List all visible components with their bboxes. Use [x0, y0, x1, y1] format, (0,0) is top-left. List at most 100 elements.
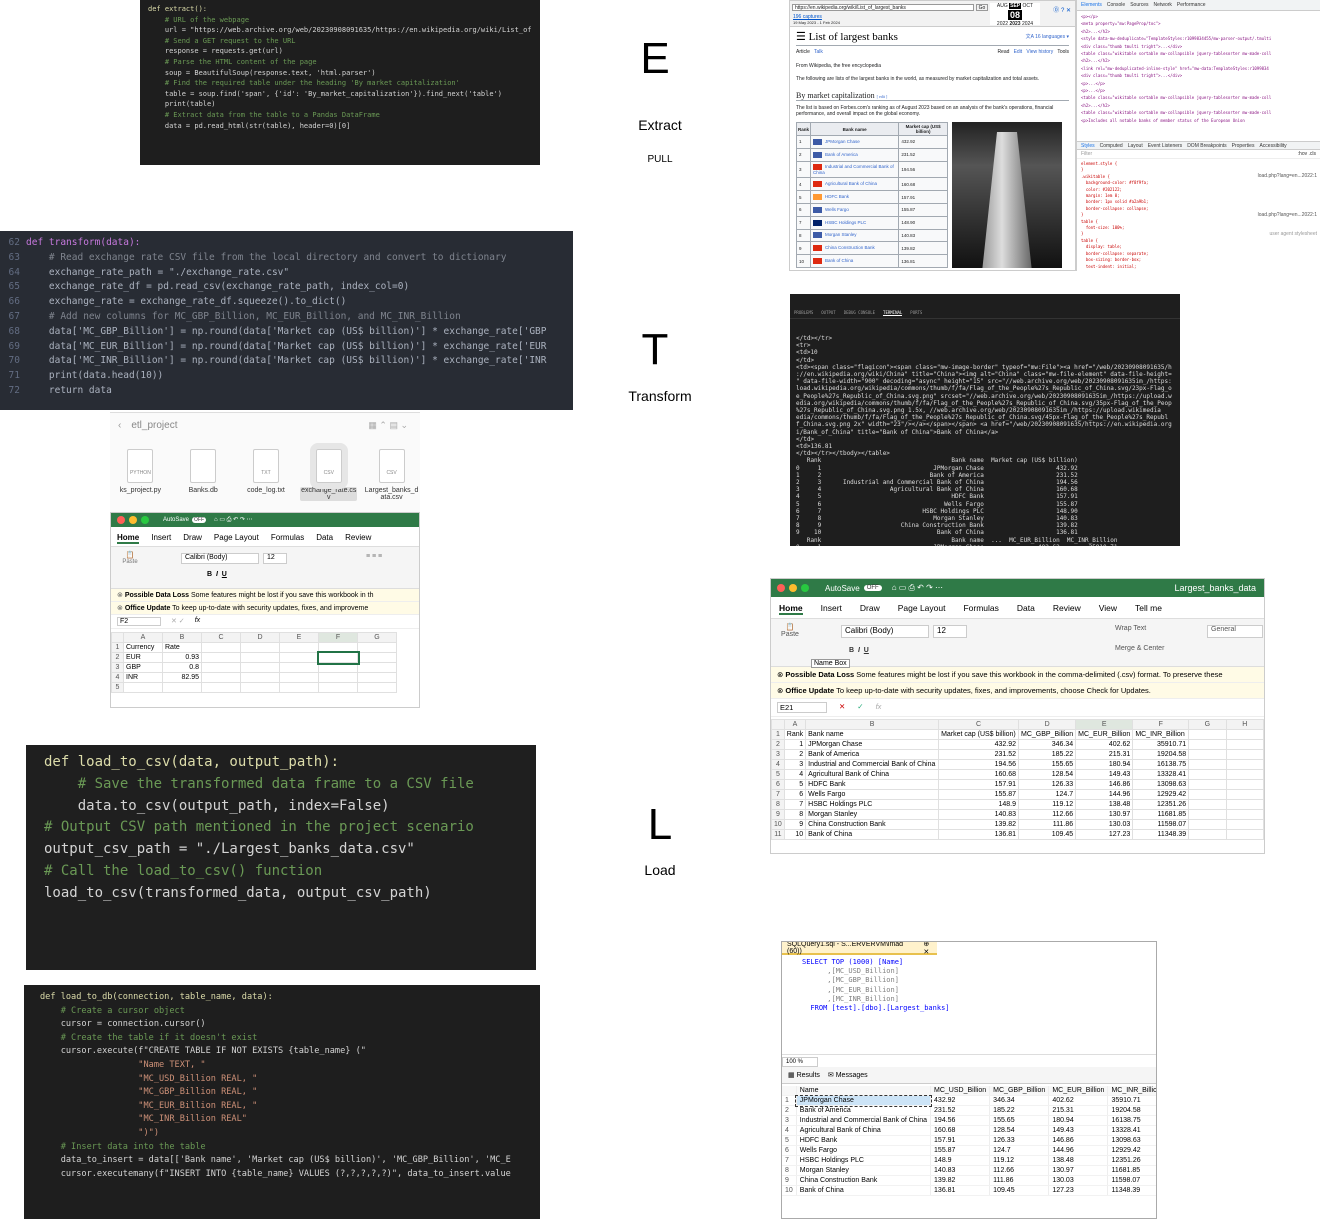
sheet-cell[interactable]: [1188, 749, 1227, 760]
grid-cell[interactable]: 130.03: [1048, 1175, 1109, 1186]
sheet-cell[interactable]: [357, 642, 397, 653]
quick-access-icons[interactable]: ⌂ ▭ ⎙ ↶ ↷ ⋯: [892, 583, 943, 593]
row-header[interactable]: 2: [111, 652, 124, 663]
devtools-subtab[interactable]: Accessibility: [1259, 143, 1286, 149]
sheet-cell[interactable]: 82.95: [162, 672, 202, 683]
sheet-cell[interactable]: 3: [783, 759, 807, 770]
file-item[interactable]: Banks.db: [175, 449, 232, 501]
table-header[interactable]: Rank: [795, 122, 812, 136]
grid-cell[interactable]: 146.86: [1048, 1135, 1109, 1146]
table-cell[interactable]: HDFC Bank: [810, 190, 900, 205]
name-box[interactable]: F2: [117, 617, 161, 626]
grid-cell[interactable]: 432.92: [930, 1095, 991, 1106]
column-header[interactable]: G: [357, 632, 397, 643]
dom-node[interactable]: <p></p>: [1081, 13, 1316, 20]
terminal-tab[interactable]: PORTS: [910, 310, 922, 316]
sheet-cell[interactable]: 11681.85: [1132, 809, 1190, 820]
css-source-2[interactable]: load.php?lang=en...2022:1: [1258, 212, 1317, 218]
grid-header[interactable]: MC_INR_Billion: [1107, 1086, 1156, 1096]
terminal-tab[interactable]: OUTPUT: [821, 310, 835, 316]
grid-cell[interactable]: 126.33: [989, 1135, 1050, 1146]
devtools-subtab[interactable]: Layout: [1128, 143, 1143, 149]
sheet-cell[interactable]: [357, 662, 397, 673]
dom-node[interactable]: <p>...</p>: [1081, 80, 1316, 87]
grid-cell[interactable]: 194.56: [930, 1115, 991, 1126]
sheet-cell[interactable]: [357, 652, 397, 663]
file-item[interactable]: CSV exchange_rate.cs v: [300, 443, 358, 501]
align-icons[interactable]: ≡ ≡ ≡: [366, 553, 382, 560]
grid-cell[interactable]: 128.54: [989, 1125, 1050, 1136]
grid-row-number[interactable]: 9: [782, 1175, 797, 1186]
grid-cell[interactable]: 111.86: [989, 1175, 1050, 1186]
results-tab[interactable]: ▦ Results: [788, 1071, 820, 1079]
wayback-social-icons[interactable]: ⓪ ? ✕: [1053, 5, 1071, 14]
header-cell[interactable]: MC_GBP_Billion: [1018, 729, 1077, 740]
sheet-cell[interactable]: China Construction Bank: [805, 819, 940, 830]
close-icon[interactable]: ⊗: [117, 592, 123, 599]
sheet-cell[interactable]: [1225, 779, 1264, 790]
sheet-cell[interactable]: 35910.71: [1132, 739, 1190, 750]
table-cell[interactable]: Bank of America: [810, 147, 900, 162]
bold-button[interactable]: B I U: [207, 571, 227, 578]
ribbon-tab[interactable]: Review: [1053, 603, 1081, 615]
column-header[interactable]: D: [1018, 719, 1077, 730]
grid-cell[interactable]: 35910.71: [1107, 1095, 1156, 1106]
sheet-cell[interactable]: 155.87: [938, 789, 1020, 800]
grid-cell[interactable]: Morgan Stanley: [796, 1165, 932, 1176]
sheet-cell[interactable]: 180.94: [1075, 759, 1134, 770]
table-cell[interactable]: Agricultural Bank of China: [810, 177, 900, 192]
sheet-cell[interactable]: 130.97: [1075, 809, 1134, 820]
hov-cls-toggle[interactable]: :hov .cls: [1298, 151, 1316, 157]
number-format-select[interactable]: General: [1207, 625, 1263, 638]
sheet-cell[interactable]: [1225, 829, 1264, 840]
grid-row-number[interactable]: 2: [782, 1105, 797, 1116]
grid-cell[interactable]: 19204.58: [1107, 1105, 1156, 1116]
sheet-cell[interactable]: GBP: [123, 662, 163, 673]
grid-cell[interactable]: 11681.85: [1107, 1165, 1156, 1176]
devtools-tab[interactable]: Performance: [1177, 2, 1206, 8]
autosave-toggle[interactable]: OFF: [863, 585, 882, 591]
grid-cell[interactable]: 13328.41: [1107, 1125, 1156, 1136]
sheet-cell[interactable]: JPMorgan Chase: [805, 739, 940, 750]
row-header[interactable]: 4: [111, 672, 124, 683]
sheet-cell[interactable]: HDFC Bank: [805, 779, 940, 790]
font-select[interactable]: Calibri (Body): [841, 625, 929, 638]
dom-node[interactable]: <h2>...</h2>: [1081, 28, 1316, 35]
grid-cell[interactable]: Bank of America: [796, 1105, 932, 1116]
grid-cell[interactable]: 119.12: [989, 1155, 1050, 1166]
ribbon-tab[interactable]: Draw: [183, 533, 202, 544]
dom-node[interactable]: <meta property="mw:PageProp/toc">: [1081, 20, 1316, 27]
grid-cell[interactable]: Bank of China: [796, 1185, 932, 1196]
ribbon-tab[interactable]: View: [1099, 603, 1117, 615]
header-cell[interactable]: Market cap (US$ billion): [938, 729, 1020, 740]
sheet-cell[interactable]: 139.82: [938, 819, 1020, 830]
row-header[interactable]: 5: [771, 769, 785, 780]
sheet-cell[interactable]: [318, 642, 358, 653]
devtools-tab[interactable]: Sources: [1130, 2, 1148, 8]
sheet-cell[interactable]: 157.91: [938, 779, 1020, 790]
sheet-cell[interactable]: 148.9: [938, 799, 1020, 810]
paste-button[interactable]: 📋 Paste: [779, 623, 801, 638]
sheet-cell[interactable]: Wells Fargo: [805, 789, 940, 800]
sheet-cell[interactable]: 130.03: [1075, 819, 1134, 830]
grid-cell[interactable]: 11348.39: [1107, 1185, 1156, 1196]
row-header[interactable]: 2: [771, 739, 785, 750]
grid-cell[interactable]: China Construction Bank: [796, 1175, 932, 1186]
devtools-subtab[interactable]: Computed: [1100, 143, 1123, 149]
grid-row-number[interactable]: 6: [782, 1145, 797, 1156]
dom-node[interactable]: <h2>...</h2>: [1081, 57, 1316, 64]
sheet-cell[interactable]: [1225, 749, 1264, 760]
cancel-icon[interactable]: ✕ ✓: [171, 617, 185, 626]
grid-row-number[interactable]: 7: [782, 1155, 797, 1166]
column-header[interactable]: C: [201, 632, 241, 643]
close-tab-icon[interactable]: ⊕ ✕: [923, 942, 937, 956]
table-header[interactable]: Market cap (US$ billion): [898, 122, 948, 136]
dom-node[interactable]: <table class="wikitable sortable mw-coll…: [1081, 94, 1316, 101]
grid-cell[interactable]: 149.43: [1048, 1125, 1109, 1136]
styles-filter-input[interactable]: Filter: [1081, 151, 1092, 157]
css-source-1[interactable]: load.php?lang=en...2022:1: [1258, 173, 1317, 179]
sheet-cell[interactable]: 11348.39: [1132, 829, 1190, 840]
devtools-tab[interactable]: Network: [1154, 2, 1172, 8]
sheet-cell[interactable]: 11598.07: [1132, 819, 1190, 830]
grid-cell[interactable]: HSBC Holdings PLC: [796, 1155, 932, 1166]
